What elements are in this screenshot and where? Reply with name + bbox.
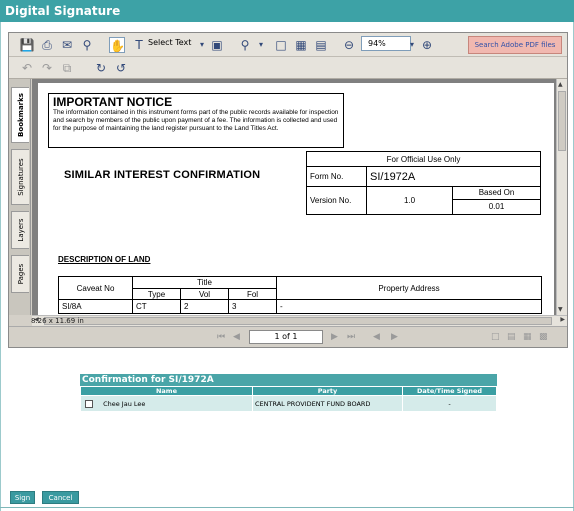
facing-icon[interactable]: ▦ xyxy=(523,332,532,342)
scroll-right-icon[interactable]: ▶ xyxy=(560,316,565,323)
notice-heading: IMPORTANT NOTICE xyxy=(53,95,173,109)
vol-header: Vol xyxy=(180,288,229,300)
official-use-header: For Official Use Only xyxy=(306,151,541,167)
zoom-level-dropdown-icon[interactable]: ▾ xyxy=(404,37,420,53)
property-address-header: Property Address xyxy=(276,276,542,300)
select-text-dropdown-icon[interactable]: ▾ xyxy=(194,37,210,53)
version-value: 1.0 xyxy=(366,186,453,215)
viewer-toolbar-secondary: ↶ ↷ ⧉ ↻ ↺ xyxy=(9,57,567,79)
page-size-label: 8.26 x 11.69 in xyxy=(31,317,84,325)
property-address-cell: - xyxy=(276,299,542,314)
last-page-icon[interactable]: ⏭ xyxy=(347,332,355,342)
navigation-tabs: Bookmarks Signatures Layers Pages xyxy=(9,79,31,315)
text-select-icon[interactable]: T xyxy=(131,37,147,53)
caveat-no-cell: SI/8A xyxy=(58,299,133,314)
type-cell: CT xyxy=(132,299,181,314)
date-signed-column-header: Date/Time Signed xyxy=(402,386,497,396)
rotate-view-icon[interactable]: ↻ xyxy=(93,60,109,76)
based-on-label: Based On xyxy=(453,188,540,200)
select-text-label[interactable]: Select Text xyxy=(148,38,191,47)
vertical-scroll-thumb[interactable] xyxy=(558,91,566,151)
important-notice-box: IMPORTANT NOTICE The information contain… xyxy=(48,93,344,148)
page-number-field[interactable]: 1 of 1 xyxy=(249,330,323,344)
continuous-icon[interactable]: ▤ xyxy=(507,332,516,342)
title-header: Title xyxy=(132,276,277,289)
fit-width-icon[interactable]: ▤ xyxy=(313,37,329,53)
tab-bookmarks[interactable]: Bookmarks xyxy=(11,87,29,143)
vertical-scrollbar[interactable]: ▲ ▼ xyxy=(556,79,567,315)
table-row: Chee Jau Lee CENTRAL PROVIDENT FUND BOAR… xyxy=(80,395,497,412)
signer-party: CENTRAL PROVIDENT FUND BOARD xyxy=(252,395,403,412)
document-page: IMPORTANT NOTICE The information contain… xyxy=(38,83,554,315)
form-no-label: Form No. xyxy=(306,166,367,187)
previous-page-icon[interactable]: ◀ xyxy=(233,332,240,342)
document-area: IMPORTANT NOTICE The information contain… xyxy=(32,79,556,315)
version-label: Version No. xyxy=(306,186,367,215)
email-icon[interactable]: ✉ xyxy=(59,37,75,53)
confirmation-table: Name Party Date/Time Signed Chee Jau Lee… xyxy=(80,386,497,412)
window-border-bottom xyxy=(0,507,574,508)
sign-button[interactable]: Sign xyxy=(10,491,35,504)
viewer-toolbar-main: 💾 ⎙ ✉ ⚲ ✋ T Select Text ▾ ▣ ⚲ ▾ □ ▦ ▤ ⊖ … xyxy=(9,33,567,57)
document-heading: SIMILAR INTEREST CONFIRMATION xyxy=(64,169,261,181)
scroll-up-icon[interactable]: ▲ xyxy=(558,81,563,88)
caveat-no-header: Caveat No xyxy=(58,276,133,300)
window-border-left xyxy=(0,22,1,511)
save-icon[interactable]: 💾 xyxy=(19,37,35,53)
type-header: Type xyxy=(132,288,181,300)
horizontal-scroll-thumb[interactable] xyxy=(44,317,552,325)
land-description-heading: DESCRIPTION OF LAND xyxy=(58,255,151,264)
zoom-in-icon[interactable]: ⊕ xyxy=(419,37,435,53)
window-title: Digital Signature xyxy=(0,0,574,22)
copy-icon[interactable]: ⧉ xyxy=(59,60,75,76)
rotate-icon[interactable]: ↶ xyxy=(19,60,35,76)
confirmation-title: Confirmation for SI/1972A xyxy=(80,374,497,386)
name-column-header: Name xyxy=(80,386,253,396)
snapshot-icon[interactable]: ▣ xyxy=(209,37,225,53)
actual-size-icon[interactable]: □ xyxy=(273,37,289,53)
scroll-down-icon[interactable]: ▼ xyxy=(558,306,563,313)
viewer-status-bar: 8.26 x 11.69 in ⏮ ◀ 1 of 1 ▶ ⏭ ◀ ▶ □ ▤ ▦… xyxy=(9,317,567,347)
fol-cell: 3 xyxy=(228,299,277,314)
digital-signature-window: Digital Signature 💾 ⎙ ✉ ⚲ ✋ T Select Tex… xyxy=(0,0,574,511)
tab-signatures[interactable]: Signatures xyxy=(11,149,29,205)
next-page-icon[interactable]: ▶ xyxy=(331,332,338,342)
rotate-view-counter-icon[interactable]: ↺ xyxy=(113,60,129,76)
based-on-value: 0.01 xyxy=(488,201,505,211)
vol-cell: 2 xyxy=(180,299,229,314)
hand-tool-icon[interactable]: ✋ xyxy=(109,37,125,53)
print-icon[interactable]: ⎙ xyxy=(39,37,55,53)
signer-checkbox[interactable] xyxy=(85,399,93,408)
first-page-icon[interactable]: ⏮ xyxy=(217,332,225,342)
find-icon[interactable]: ⚲ xyxy=(79,37,95,53)
go-back-icon[interactable]: ◀ xyxy=(373,332,380,342)
form-no-value: SI/1972A xyxy=(366,166,541,187)
fol-header: Fol xyxy=(228,288,277,300)
cancel-button[interactable]: Cancel xyxy=(42,491,79,504)
zoom-tool-icon[interactable]: ⚲ xyxy=(237,37,253,53)
single-page-icon[interactable]: □ xyxy=(491,332,500,342)
zoom-dropdown-icon[interactable]: ▾ xyxy=(253,37,269,53)
zoom-out-icon[interactable]: ⊖ xyxy=(341,37,357,53)
fit-page-icon[interactable]: ▦ xyxy=(293,37,309,53)
signer-name: Chee Jau Lee xyxy=(103,399,146,408)
pdf-viewer: 💾 ⎙ ✉ ⚲ ✋ T Select Text ▾ ▣ ⚲ ▾ □ ▦ ▤ ⊖ … xyxy=(8,32,568,348)
notice-text: The information contained in this instru… xyxy=(53,109,339,132)
horizontal-scrollbar[interactable]: ◀ ▶ xyxy=(32,315,567,326)
tab-pages[interactable]: Pages xyxy=(11,255,29,293)
continuous-facing-icon[interactable]: ▩ xyxy=(539,332,548,342)
land-description-table: Caveat No Title Property Address Type Vo… xyxy=(58,276,542,314)
confirmation-panel: Confirmation for SI/1972A Name Party Dat… xyxy=(80,374,497,412)
signer-date: - xyxy=(402,395,497,412)
official-use-table: For Official Use Only Form No. SI/1972A … xyxy=(306,151,541,215)
tab-layers[interactable]: Layers xyxy=(11,211,29,249)
search-adobe-pdf-button[interactable]: Search Adobe PDF files xyxy=(468,36,562,54)
go-forward-icon[interactable]: ▶ xyxy=(391,332,398,342)
party-column-header: Party xyxy=(252,386,403,396)
rotate-clockwise-icon[interactable]: ↷ xyxy=(39,60,55,76)
